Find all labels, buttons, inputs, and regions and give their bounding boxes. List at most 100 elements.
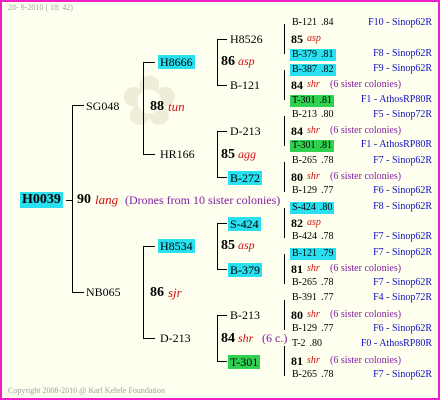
gen5-id[interactable]: B-213 .80: [292, 109, 334, 120]
gen3-year: 84: [221, 331, 235, 346]
gen4-id[interactable]: D-213: [230, 125, 261, 137]
gen5-id-label: B-424: [292, 231, 317, 243]
gen4-id[interactable]: B-272: [228, 171, 262, 185]
gen5-breed: asp: [307, 216, 321, 228]
gen5-id[interactable]: B-387 .82: [290, 63, 336, 76]
gen3-note: (6 c.): [262, 331, 288, 345]
gen4-id[interactable]: T-301: [228, 355, 261, 369]
gen5-id[interactable]: B-391 .77: [292, 293, 334, 303]
gen3-year: 86: [221, 54, 235, 69]
gen5-year: 82: [291, 215, 303, 230]
gen5-breed: shr: [307, 262, 320, 274]
gen3-id[interactable]: HR166: [160, 148, 195, 160]
connector: [284, 346, 285, 376]
pedigree-page: ✿ 28- 9-2010 ( 18: 42) Copyright 2008-20…: [0, 0, 440, 400]
root-breed: lang: [95, 192, 119, 207]
gen5-yr-label: .78: [321, 154, 334, 166]
gen5-id-label: B-265: [292, 277, 317, 289]
connector: [217, 315, 218, 361]
gen5-source: F1 - AthosRP80R: [360, 93, 432, 105]
gen5-id[interactable]: T-301.81: [290, 94, 335, 107]
gen5-id-label: B-121: [292, 17, 317, 28]
gen5-source: F0 - AthosRP80R: [360, 338, 432, 350]
connector: [217, 269, 227, 270]
root-year: 90: [77, 192, 91, 207]
gen5-id[interactable]: B-379 .81: [290, 48, 336, 61]
gen5-year: 80: [291, 307, 303, 322]
gen5-id-label: B-265: [292, 368, 317, 380]
gen5-source: F7 - Sinop62R: [373, 154, 432, 166]
gen5-id[interactable]: T-2.80: [292, 339, 322, 349]
gen5-year: 84: [291, 78, 303, 93]
gen5-id[interactable]: B-129 .77: [292, 186, 334, 196]
connector: [143, 154, 155, 155]
gen3-breed: asp: [238, 54, 255, 68]
gen5-breed: shr: [307, 308, 320, 320]
gen5-yr-label: .77: [321, 292, 334, 304]
gen5-note: (6 sister colonies): [330, 79, 402, 91]
gen3-id[interactable]: H8534: [158, 239, 195, 253]
connector: [143, 246, 155, 247]
gen4-id[interactable]: S-424: [228, 217, 261, 231]
gen3-breed: shr: [238, 331, 254, 345]
connector: [72, 292, 84, 293]
gen5-id-label: B-129: [292, 185, 317, 197]
connector: [284, 24, 285, 54]
gen5-year: 81: [291, 261, 303, 276]
gen5-id[interactable]: B-129 .77: [292, 324, 334, 334]
connector: [284, 208, 285, 238]
gen5-yr-label: .79: [321, 247, 334, 259]
connector: [217, 315, 227, 316]
connector: [72, 105, 73, 293]
gen5-breed: asp: [307, 33, 321, 45]
gen3-id[interactable]: H8666: [158, 55, 195, 69]
gen5-id[interactable]: S-424.80: [290, 201, 335, 214]
connector: [217, 361, 227, 362]
mother-id[interactable]: NB065: [86, 286, 121, 298]
gen5-source: F5 - Sinop72R: [373, 108, 432, 120]
gen5-id[interactable]: B-265 .78: [292, 368, 334, 380]
gen5-id[interactable]: B-121 .84: [292, 18, 334, 28]
connector: [217, 39, 218, 85]
gen4-id[interactable]: B-379: [228, 263, 262, 277]
gen5-id[interactable]: T-301.81: [290, 140, 335, 153]
gen4-id[interactable]: B-121: [230, 79, 260, 91]
connector: [217, 39, 227, 40]
gen5-year: 85: [291, 32, 303, 47]
gen5-id-label: T-301: [292, 94, 316, 106]
mother-breed: sjr: [168, 285, 182, 300]
connector: [143, 62, 144, 154]
gen4-id[interactable]: H8526: [230, 33, 263, 45]
gen5-id[interactable]: B-121 .79: [290, 247, 336, 260]
gen5-id-label: B-379: [292, 48, 317, 60]
gen5-yr-label: .84: [321, 17, 334, 28]
connector: [143, 338, 155, 339]
gen5-yr-label: .80: [309, 338, 323, 350]
gen5-yr-label: .81: [319, 140, 333, 152]
gen3-id[interactable]: D-213: [160, 332, 191, 344]
gen5-id-label: T-301: [292, 140, 316, 152]
gen5-id-label: B-129: [292, 323, 317, 334]
gen5-source: F1 - AthosRP80R: [360, 139, 432, 151]
root-id[interactable]: H0039: [20, 192, 63, 208]
gen5-id[interactable]: B-265 .78: [292, 154, 334, 166]
father-breed: tun: [168, 99, 185, 114]
connector: [284, 300, 285, 330]
gen5-breed: shr: [307, 171, 320, 182]
gen5-source: F10 - Sinop62R: [368, 17, 432, 28]
gen5-note: (6 sister colonies): [330, 308, 402, 320]
gen5-yr-label: .82: [321, 63, 334, 75]
gen5-source: F4 - Sinop72R: [373, 292, 432, 304]
gen5-yr-label: .81: [321, 48, 334, 60]
gen4-id[interactable]: B-213: [230, 309, 260, 321]
gen5-year: 84: [291, 124, 303, 139]
gen3-breed: agg: [238, 147, 256, 161]
gen5-id[interactable]: B-265 .78: [292, 278, 334, 288]
gen5-yr-label: .78: [321, 368, 334, 380]
connector: [217, 85, 227, 86]
gen5-source: F7 - Sinop62R: [373, 231, 432, 243]
connector: [217, 177, 227, 178]
gen5-source: F7 - Sinop62R: [373, 246, 432, 258]
father-id[interactable]: SG048: [86, 100, 119, 112]
gen5-id[interactable]: B-424 .78: [292, 232, 334, 242]
